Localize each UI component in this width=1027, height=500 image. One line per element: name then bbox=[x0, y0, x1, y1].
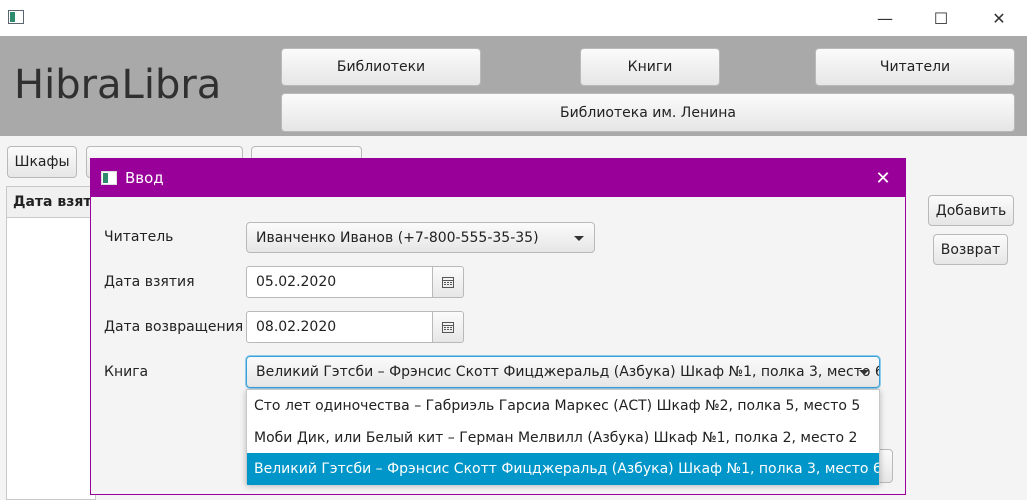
readers-button[interactable]: Читатели bbox=[815, 48, 1015, 86]
return-button[interactable]: Возврат bbox=[933, 234, 1008, 265]
reader-label: Читатель bbox=[104, 229, 174, 245]
close-icon[interactable]: ✕ bbox=[871, 166, 895, 190]
book-value: Великий Гэтсби – Фрэнсис Скотт Фицджерал… bbox=[256, 364, 880, 380]
date-return-input[interactable]: 08.02.2020 bbox=[246, 311, 433, 343]
dialog-title: Ввод bbox=[125, 169, 164, 187]
app-header: HibraLibra Библиотеки Книги Читатели Биб… bbox=[0, 36, 1027, 136]
libraries-button[interactable]: Библиотеки bbox=[281, 48, 481, 86]
book-combobox[interactable]: Великий Гэтсби – Фрэнсис Скотт Фицджерал… bbox=[246, 356, 880, 388]
date-return-label: Дата возвращения bbox=[104, 319, 244, 335]
loans-table[interactable]: Дата взяти bbox=[6, 186, 96, 500]
chevron-down-icon bbox=[859, 370, 869, 375]
date-return-picker-button[interactable] bbox=[432, 311, 464, 343]
current-library-button[interactable]: Библиотека им. Ленина bbox=[281, 93, 1015, 132]
app-title: HibraLibra bbox=[14, 62, 222, 108]
window-titlebar: — ☐ ✕ bbox=[0, 0, 1027, 36]
calendar-icon bbox=[442, 321, 454, 333]
add-button[interactable]: Добавить bbox=[928, 195, 1014, 226]
reader-combobox[interactable]: Иванченко Иванов (+7-800-555-35-35) bbox=[246, 222, 595, 253]
dialog-app-icon bbox=[101, 171, 117, 185]
list-item[interactable]: Сто лет одиночества – Габриэль Гарсиа Ма… bbox=[247, 390, 879, 422]
list-item-selected[interactable]: Великий Гэтсби – Фрэнсис Скотт Фицджерал… bbox=[247, 453, 879, 485]
date-taken-value: 05.02.2020 bbox=[256, 274, 337, 290]
books-button[interactable]: Книги bbox=[580, 48, 720, 86]
dialog-titlebar: Ввод ✕ bbox=[91, 159, 905, 197]
date-taken-input[interactable]: 05.02.2020 bbox=[246, 266, 433, 298]
list-item[interactable]: Моби Дик, или Белый кит – Герман Мелвилл… bbox=[247, 422, 879, 454]
reader-value: Иванченко Иванов (+7-800-555-35-35) bbox=[256, 229, 539, 246]
book-options-list[interactable]: Сто лет одиночества – Габриэль Гарсиа Ма… bbox=[246, 389, 880, 485]
shelves-button[interactable]: Шкафы bbox=[7, 146, 77, 178]
column-header-date-taken[interactable]: Дата взяти bbox=[7, 187, 95, 218]
date-taken-label: Дата взятия bbox=[104, 274, 195, 290]
chevron-down-icon bbox=[574, 235, 584, 241]
date-return-value: 08.02.2020 bbox=[256, 319, 337, 335]
date-taken-picker-button[interactable] bbox=[432, 266, 464, 298]
window-close-button[interactable]: ✕ bbox=[976, 4, 1022, 32]
app-icon bbox=[8, 10, 24, 24]
minimize-button[interactable]: — bbox=[862, 4, 908, 32]
book-label: Книга bbox=[104, 364, 149, 380]
maximize-button[interactable]: ☐ bbox=[918, 4, 964, 32]
calendar-icon bbox=[442, 276, 454, 288]
